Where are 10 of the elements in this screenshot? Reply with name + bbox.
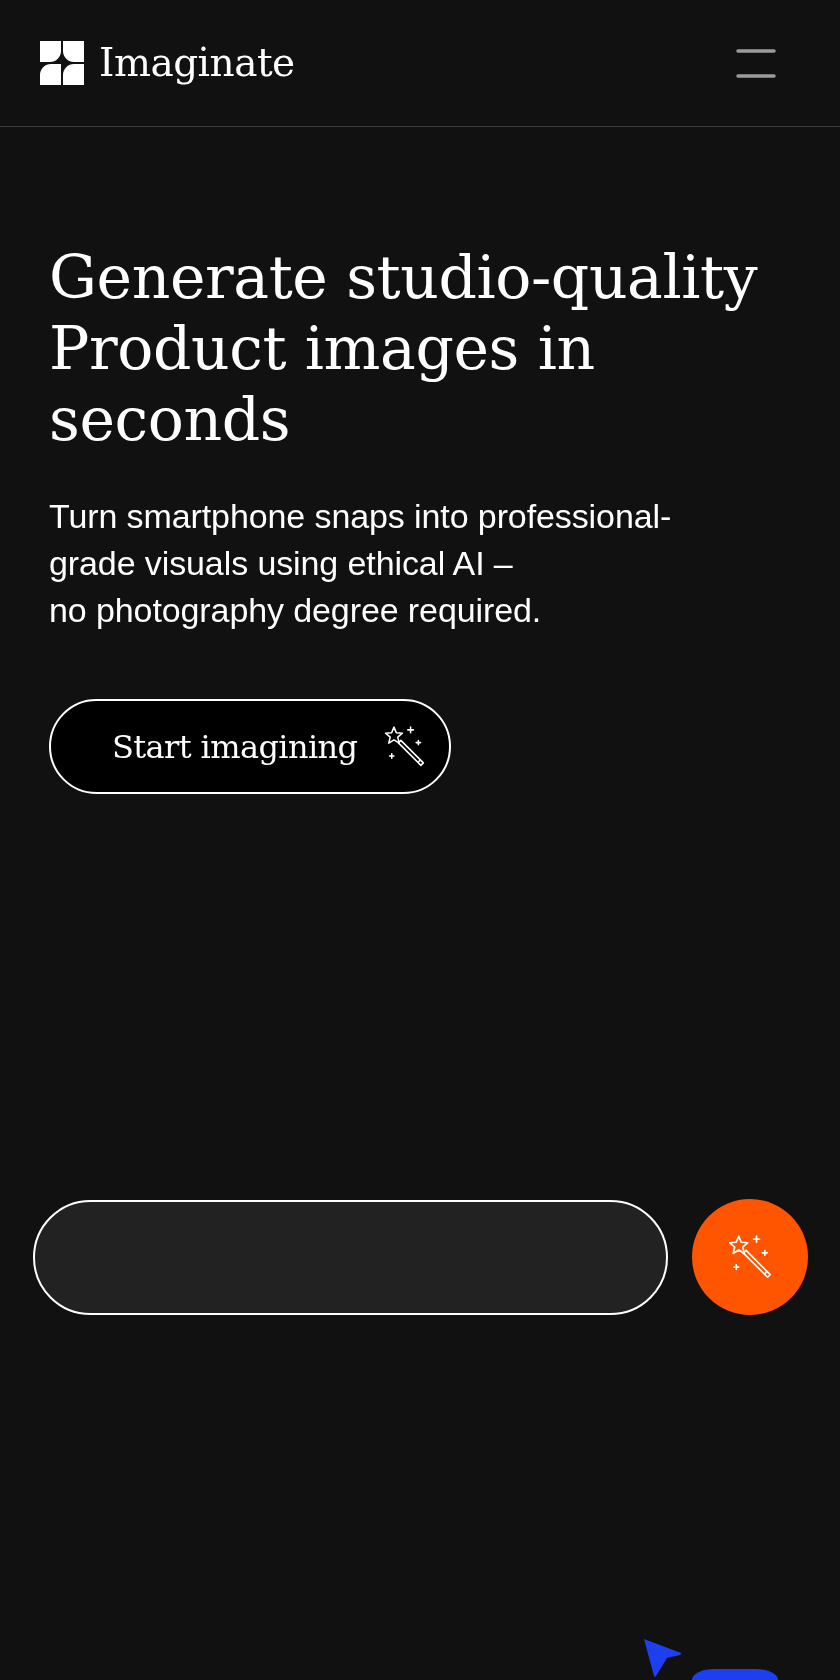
magic-wand-icon (728, 1235, 772, 1279)
start-imagining-button[interactable]: Start imagining (49, 699, 451, 794)
hero-subtitle: Turn smartphone snaps into professional- grade visuals using ethical AI – no photography degree required. (49, 496, 673, 631)
brand-name: Imaginate (99, 40, 295, 86)
magic-wand-icon (383, 726, 425, 767)
menu-button[interactable] (736, 48, 776, 78)
cursor-icon (643, 1638, 683, 1678)
menu-icon (736, 48, 776, 78)
hero-headline: Generate studio-quality Product images in seconds (49, 242, 759, 455)
logo-icon (40, 41, 84, 85)
